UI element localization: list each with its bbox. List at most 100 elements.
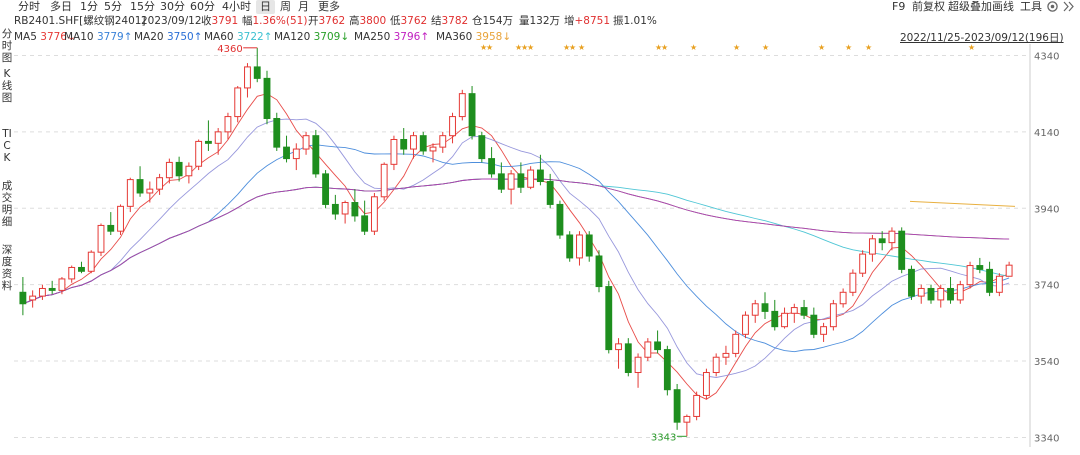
- candle-body: [615, 343, 622, 351]
- candle-body: [966, 265, 974, 286]
- candle-body: [263, 77, 271, 119]
- candle-body: [1005, 264, 1013, 277]
- y-tick-label: 3540: [1034, 357, 1059, 368]
- candle-body: [322, 173, 330, 205]
- candle-body: [449, 116, 456, 137]
- candle-body: [488, 158, 496, 175]
- candle-body: [224, 116, 232, 133]
- candle-body: [292, 148, 300, 160]
- candle-body: [400, 138, 408, 150]
- star-icon: ★: [578, 43, 585, 52]
- candle-body: [546, 181, 554, 205]
- candle-body: [468, 93, 476, 137]
- candle-body: [693, 394, 701, 417]
- ma-line-120: [22, 178, 1010, 305]
- candle-body: [380, 163, 388, 198]
- candle-body: [68, 266, 76, 280]
- candle-body: [527, 169, 535, 188]
- candle-body: [497, 173, 505, 190]
- candle-body: [87, 251, 95, 272]
- candle-body: [937, 287, 945, 301]
- candle-body: [995, 275, 1003, 293]
- candle-body: [751, 303, 759, 316]
- star-icon: ★: [661, 43, 668, 52]
- ma-line-250: [22, 178, 1010, 305]
- candle-body: [244, 66, 251, 89]
- candle-body: [663, 349, 671, 391]
- candle-body: [165, 161, 173, 179]
- candle-body: [331, 203, 339, 215]
- candle-body: [732, 333, 740, 354]
- candle-body: [917, 287, 925, 297]
- candle-body: [410, 135, 417, 150]
- candle-body: [175, 161, 183, 177]
- candle-body: [888, 230, 896, 244]
- candle-body: [341, 202, 349, 215]
- candle-body: [458, 93, 466, 118]
- candle-body: [644, 341, 652, 358]
- candle-body: [820, 326, 828, 335]
- candle-body: [536, 169, 544, 183]
- candle-body: [312, 135, 320, 175]
- ma-line-10: [22, 118, 1010, 378]
- candle-body: [97, 224, 105, 253]
- candle-body: [585, 234, 593, 257]
- star-icon: ★: [762, 43, 769, 52]
- candle-body: [595, 255, 603, 288]
- candle-body: [566, 234, 574, 259]
- candle-body: [800, 307, 808, 316]
- candle-body: [898, 230, 906, 270]
- candle-body: [742, 314, 749, 335]
- candle-body: [859, 253, 867, 274]
- candle-body: [956, 284, 964, 301]
- candle-body: [790, 307, 798, 314]
- candle-body: [48, 287, 56, 291]
- candle-body: [634, 356, 642, 374]
- candle-body: [273, 117, 281, 148]
- candle-body: [302, 135, 310, 150]
- candle-body: [849, 272, 857, 293]
- candle-body: [361, 215, 369, 232]
- kline-chart: 33403540374039404140434043603343★★ ★★★ ★★ ★…: [14, 43, 1059, 447]
- star-icon: ★: [527, 43, 534, 52]
- candle-body: [214, 131, 222, 144]
- star-icon: ★: [865, 43, 872, 52]
- candle-body: [283, 146, 290, 160]
- candle-body: [517, 173, 525, 188]
- candle-body: [878, 238, 886, 244]
- candle-body: [576, 234, 583, 259]
- candle-body: [234, 87, 242, 118]
- low-price-label: 3343: [651, 432, 676, 443]
- candle-body: [136, 179, 144, 194]
- candle-body: [761, 303, 769, 312]
- candle-body: [781, 312, 788, 328]
- candle-body: [195, 140, 203, 167]
- candle-body: [976, 265, 984, 270]
- candle-body: [556, 203, 564, 236]
- candle-body: [605, 286, 613, 351]
- candle-body: [19, 291, 27, 305]
- candle-body: [829, 303, 837, 328]
- ma-line-60: [22, 178, 1010, 305]
- candle-body: [722, 352, 730, 358]
- candle-body: [126, 179, 134, 207]
- candle-body: [702, 372, 710, 396]
- star-icon: ★: [569, 43, 576, 52]
- ma-line-5: [22, 93, 1010, 400]
- candle-body: [673, 389, 681, 423]
- candle-body: [839, 291, 847, 305]
- candle-body: [58, 278, 66, 291]
- candle-body: [654, 341, 662, 351]
- candle-body: [419, 135, 427, 152]
- star-icon: ★: [845, 43, 852, 52]
- candle-body: [351, 202, 359, 217]
- candle-body: [185, 165, 193, 177]
- candle-body: [439, 135, 447, 148]
- y-tick-label: 4340: [1034, 51, 1059, 62]
- candle-body: [370, 196, 378, 232]
- ma-line-360: [909, 200, 1016, 207]
- candle-body: [810, 314, 818, 335]
- candle-body: [156, 177, 164, 190]
- y-tick-label: 3740: [1034, 281, 1059, 292]
- star-icon: ★: [690, 43, 697, 52]
